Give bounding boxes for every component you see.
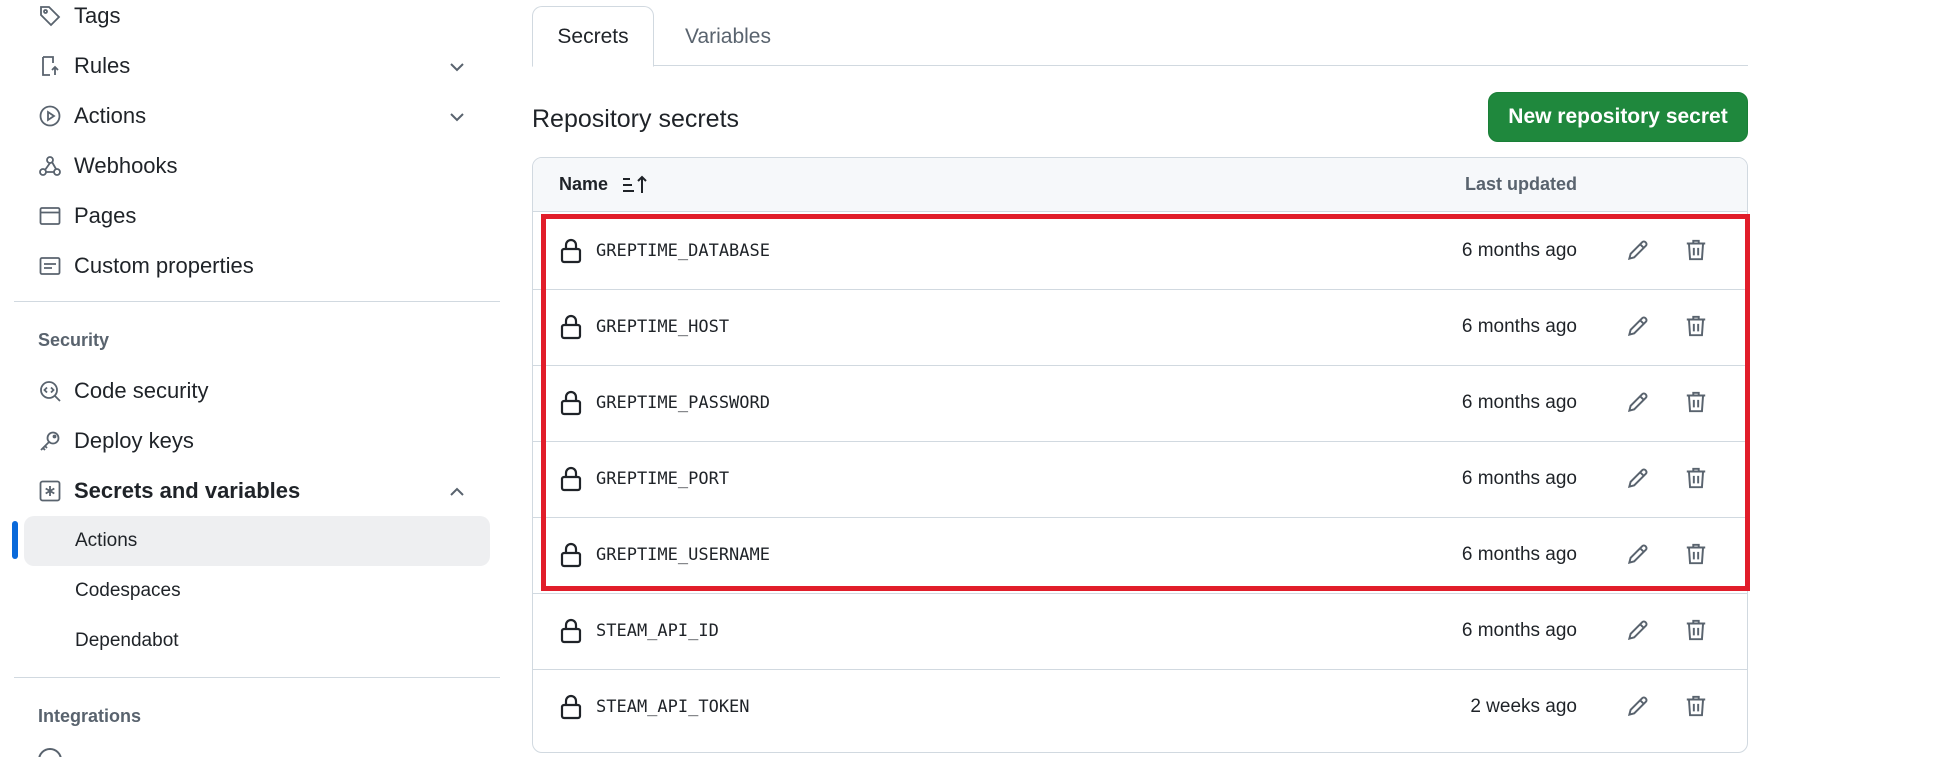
sidebar-item-label: Tags — [74, 3, 121, 28]
pencil-icon[interactable] — [1623, 615, 1653, 645]
secret-name: STEAM_API_ID — [596, 621, 719, 641]
settings-sidebar: Tags Rules Actions Webhooks Pages Custom… — [0, 0, 510, 757]
webhook-icon — [36, 152, 64, 180]
sidebar-item-label: Secrets and variables — [74, 478, 301, 503]
tag-icon — [36, 2, 64, 30]
secret-last-updated: 6 months ago — [1461, 316, 1577, 337]
lock-icon — [559, 465, 583, 493]
pencil-icon[interactable] — [1623, 387, 1653, 417]
sort-ascending-icon[interactable] — [621, 173, 649, 197]
secret-last-updated: 6 months ago — [1461, 544, 1577, 565]
sidebar-item-label: Dependabot — [75, 630, 179, 651]
secrets-variables-tabs: Secrets Variables — [532, 6, 1748, 67]
secret-name: GREPTIME_HOST — [596, 317, 730, 337]
sidebar-item-rules[interactable]: Rules — [24, 46, 502, 86]
sidebar-item-secrets-and-variables[interactable]: Secrets and variables — [24, 471, 502, 511]
new-repository-secret-button[interactable]: New repository secret — [1488, 92, 1748, 142]
table-row: GREPTIME_PASSWORD 6 months ago — [533, 365, 1747, 442]
sidebar-divider — [14, 301, 500, 302]
tab-secrets[interactable]: Secrets — [532, 6, 654, 67]
trash-icon[interactable] — [1681, 691, 1711, 721]
sidebar-item-code-security[interactable]: Code security — [24, 371, 502, 411]
lock-icon — [559, 389, 583, 417]
lock-icon — [559, 313, 583, 341]
chevron-down-icon[interactable] — [446, 56, 468, 78]
table-row: GREPTIME_PORT 6 months ago — [533, 441, 1747, 518]
table-row: GREPTIME_DATABASE 6 months ago — [533, 213, 1747, 290]
column-header-name: Name — [559, 174, 609, 194]
sidebar-item-tags[interactable]: Tags — [24, 0, 502, 36]
table-row: STEAM_API_TOKEN 2 weeks ago — [533, 669, 1747, 746]
sidebar-section-security: Security — [38, 330, 110, 350]
sidebar-item-label: Actions — [74, 103, 147, 128]
secret-name: GREPTIME_PORT — [596, 469, 730, 489]
sidebar-item-label: Codespaces — [75, 580, 181, 601]
sidebar-item-label: Actions — [75, 530, 138, 551]
pencil-icon[interactable] — [1623, 539, 1653, 569]
sidebar-subitem-actions[interactable]: Actions — [24, 516, 490, 566]
sidebar-item-custom-properties[interactable]: Custom properties — [24, 246, 502, 286]
secret-name: STEAM_API_TOKEN — [596, 697, 750, 717]
sidebar-item-label: Webhooks — [74, 153, 178, 178]
browser-icon — [36, 202, 64, 230]
note-icon — [36, 252, 64, 280]
table-row: GREPTIME_HOST 6 months ago — [533, 289, 1747, 366]
secret-last-updated: 6 months ago — [1461, 620, 1577, 641]
sidebar-item-deploy-keys[interactable]: Deploy keys — [24, 421, 502, 461]
sidebar-item-label: Pages — [74, 203, 137, 228]
secret-last-updated: 6 months ago — [1461, 468, 1577, 489]
sidebar-divider — [14, 677, 500, 678]
trash-icon[interactable] — [1681, 311, 1711, 341]
table-row: GREPTIME_USERNAME 6 months ago — [533, 517, 1747, 594]
sidebar-item-label: Code security — [74, 378, 209, 403]
tab-variables[interactable]: Variables — [668, 6, 788, 67]
chevron-up-icon[interactable] — [446, 481, 468, 503]
lock-icon — [559, 237, 583, 265]
integration-item-icon — [38, 748, 62, 757]
secret-last-updated: 6 months ago — [1461, 240, 1577, 261]
chevron-down-icon[interactable] — [446, 106, 468, 128]
pencil-icon[interactable] — [1623, 691, 1653, 721]
sidebar-section-integrations: Integrations — [38, 706, 142, 726]
sidebar-item-pages[interactable]: Pages — [24, 196, 502, 236]
play-icon — [36, 102, 64, 130]
column-header-last-updated: Last updated — [1464, 174, 1577, 194]
secret-name: GREPTIME_PASSWORD — [596, 393, 770, 413]
sidebar-subitem-codespaces[interactable]: Codespaces — [24, 566, 490, 616]
rules-icon — [36, 52, 64, 80]
sidebar-item-label: Rules — [74, 53, 131, 78]
trash-icon[interactable] — [1681, 539, 1711, 569]
trash-icon[interactable] — [1681, 615, 1711, 645]
lock-icon — [559, 693, 583, 721]
table-header: Name Last updated — [533, 158, 1747, 212]
sidebar-item-webhooks[interactable]: Webhooks — [24, 146, 502, 186]
trash-icon[interactable] — [1681, 387, 1711, 417]
pencil-icon[interactable] — [1623, 463, 1653, 493]
pencil-icon[interactable] — [1623, 235, 1653, 265]
page-title: Repository secrets — [532, 105, 740, 133]
secret-name: GREPTIME_DATABASE — [596, 241, 770, 261]
secrets-table: Name Last updated GREPTIME_DATABASE 6 mon… — [532, 157, 1748, 753]
sidebar-item-label: Custom properties — [74, 253, 254, 278]
key-icon — [36, 427, 64, 455]
table-row: STEAM_API_ID 6 months ago — [533, 593, 1747, 670]
trash-icon[interactable] — [1681, 463, 1711, 493]
secret-name: GREPTIME_USERNAME — [596, 545, 770, 565]
asterisk-icon — [36, 477, 64, 505]
sidebar-item-label: Deploy keys — [74, 428, 194, 453]
lock-icon — [559, 541, 583, 569]
secret-last-updated: 2 weeks ago — [1470, 696, 1577, 717]
codescan-icon — [36, 377, 64, 405]
lock-icon — [559, 617, 583, 645]
sidebar-subitem-dependabot[interactable]: Dependabot — [24, 616, 490, 666]
trash-icon[interactable] — [1681, 235, 1711, 265]
pencil-icon[interactable] — [1623, 311, 1653, 341]
secret-last-updated: 6 months ago — [1461, 392, 1577, 413]
sidebar-item-actions[interactable]: Actions — [24, 96, 502, 136]
active-indicator — [12, 521, 18, 559]
